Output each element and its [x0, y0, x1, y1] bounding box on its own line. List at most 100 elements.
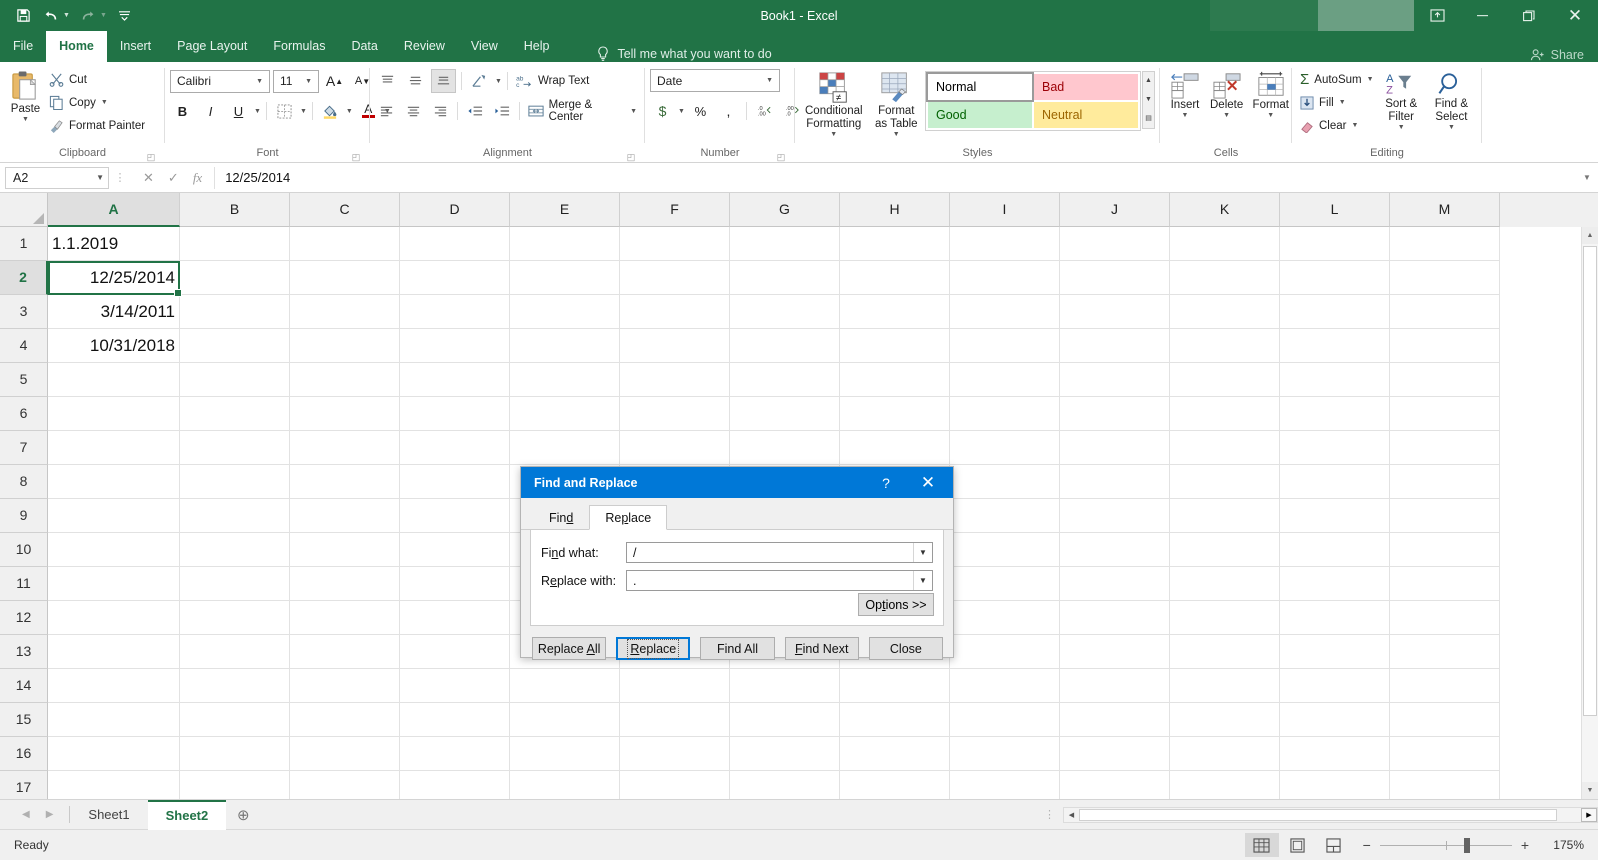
cell-b7[interactable]: [180, 431, 290, 465]
column-header-g[interactable]: G: [730, 193, 840, 227]
cell-j10[interactable]: [1060, 533, 1170, 567]
cell-f4[interactable]: [620, 329, 730, 363]
cell-i6[interactable]: [950, 397, 1060, 431]
share-button[interactable]: Share: [1530, 48, 1584, 62]
cell-b15[interactable]: [180, 703, 290, 737]
format-as-table-dropdown-icon[interactable]: ▼: [893, 131, 900, 139]
cell-c5[interactable]: [290, 363, 400, 397]
cell-l17[interactable]: [1280, 771, 1390, 799]
orientation-dropdown-icon[interactable]: ▼: [495, 78, 502, 85]
cell-i2[interactable]: [950, 261, 1060, 295]
fill-dropdown-icon[interactable]: ▼: [1339, 99, 1346, 106]
find-what-combo[interactable]: / ▼: [626, 542, 933, 563]
currency-button[interactable]: $: [650, 99, 675, 123]
next-sheet-icon[interactable]: ▶: [46, 809, 54, 820]
cell-m5[interactable]: [1390, 363, 1500, 397]
cell-e6[interactable]: [510, 397, 620, 431]
cell-l4[interactable]: [1280, 329, 1390, 363]
cell-c15[interactable]: [290, 703, 400, 737]
cell-l9[interactable]: [1280, 499, 1390, 533]
vertical-scrollbar[interactable]: ▲ ▼: [1581, 227, 1598, 799]
cell-h17[interactable]: [840, 771, 950, 799]
cell-b4[interactable]: [180, 329, 290, 363]
previous-sheet-icon[interactable]: ◀: [22, 809, 30, 820]
row-header-11[interactable]: 11: [0, 567, 48, 601]
cell-g6[interactable]: [730, 397, 840, 431]
column-header-m[interactable]: M: [1390, 193, 1500, 227]
column-header-e[interactable]: E: [510, 193, 620, 227]
cell-f1[interactable]: [620, 227, 730, 261]
cell-a17[interactable]: [48, 771, 180, 799]
cell-c8[interactable]: [290, 465, 400, 499]
cell-j14[interactable]: [1060, 669, 1170, 703]
wrap-text-button[interactable]: ab c Wrap Text: [513, 70, 592, 93]
cell-k15[interactable]: [1170, 703, 1280, 737]
cell-style-normal[interactable]: Normal: [926, 72, 1034, 102]
cell-g16[interactable]: [730, 737, 840, 771]
cell-k2[interactable]: [1170, 261, 1280, 295]
expand-formula-bar-icon[interactable]: ▼: [1576, 173, 1598, 182]
conditional-formatting-button[interactable]: ≠ Conditional Formatting ▼: [800, 69, 868, 141]
cell-j13[interactable]: [1060, 635, 1170, 669]
cell-d4[interactable]: [400, 329, 510, 363]
replace-with-dropdown-icon[interactable]: ▼: [913, 571, 932, 590]
cell-c9[interactable]: [290, 499, 400, 533]
cell-m11[interactable]: [1390, 567, 1500, 601]
cell-j17[interactable]: [1060, 771, 1170, 799]
column-header-f[interactable]: F: [620, 193, 730, 227]
cell-m12[interactable]: [1390, 601, 1500, 635]
font-size-combo[interactable]: 11 ▼: [273, 69, 319, 93]
cell-c10[interactable]: [290, 533, 400, 567]
column-header-b[interactable]: B: [180, 193, 290, 227]
paste-button[interactable]: Paste ▼: [5, 66, 46, 126]
find-all-button[interactable]: Find All: [700, 637, 775, 660]
sheet-tab-sheet2[interactable]: Sheet2: [147, 799, 227, 830]
select-all-button[interactable]: [0, 193, 48, 227]
autosum-button[interactable]: Σ AutoSum ▼: [1297, 68, 1377, 91]
cell-k7[interactable]: [1170, 431, 1280, 465]
cell-f15[interactable]: [620, 703, 730, 737]
normal-view-button[interactable]: [1244, 833, 1279, 857]
cell-style-neutral[interactable]: Neutral: [1034, 102, 1138, 128]
cell-d11[interactable]: [400, 567, 510, 601]
bold-button[interactable]: B: [170, 99, 195, 123]
maximize-button[interactable]: [1506, 0, 1552, 31]
paste-dropdown-icon[interactable]: ▼: [22, 116, 29, 124]
column-header-j[interactable]: J: [1060, 193, 1170, 227]
cell-j7[interactable]: [1060, 431, 1170, 465]
name-box-dropdown-icon[interactable]: ▼: [96, 173, 104, 182]
cell-m16[interactable]: [1390, 737, 1500, 771]
vertical-scroll-thumb[interactable]: [1583, 246, 1597, 716]
cell-m17[interactable]: [1390, 771, 1500, 799]
row-header-13[interactable]: 13: [0, 635, 48, 669]
sheet-tab-sheet1[interactable]: Sheet1: [70, 800, 147, 830]
page-break-view-button[interactable]: [1317, 833, 1351, 857]
column-header-a[interactable]: A: [48, 193, 180, 227]
zoom-thumb[interactable]: [1464, 837, 1471, 853]
formula-input[interactable]: 12/25/2014: [214, 166, 1576, 189]
tell-me-search[interactable]: Tell me what you want to do: [596, 46, 772, 62]
number-dialog-launcher[interactable]: ◰: [776, 152, 786, 162]
cell-l3[interactable]: [1280, 295, 1390, 329]
font-family-combo[interactable]: Calibri ▼: [170, 69, 270, 93]
cell-b10[interactable]: [180, 533, 290, 567]
customize-qat-icon[interactable]: [112, 4, 138, 28]
align-middle-button[interactable]: [403, 69, 428, 93]
cell-c1[interactable]: [290, 227, 400, 261]
row-header-5[interactable]: 5: [0, 363, 48, 397]
cell-e17[interactable]: [510, 771, 620, 799]
cell-g5[interactable]: [730, 363, 840, 397]
horizontal-split-handle[interactable]: ⋮: [1036, 808, 1063, 821]
orientation-button[interactable]: [467, 69, 492, 93]
cancel-entry-icon[interactable]: ✕: [143, 170, 154, 186]
currency-dropdown-icon[interactable]: ▼: [678, 108, 685, 115]
find-select-button[interactable]: Find & Select ▼: [1426, 68, 1477, 134]
dialog-help-button[interactable]: ?: [865, 467, 907, 498]
borders-button[interactable]: [272, 99, 297, 123]
zoom-slider[interactable]: − + 175%: [1363, 837, 1584, 853]
tab-formulas[interactable]: Formulas: [260, 31, 338, 62]
tab-view[interactable]: View: [458, 31, 511, 62]
cell-b1[interactable]: [180, 227, 290, 261]
cell-e2[interactable]: [510, 261, 620, 295]
cell-a16[interactable]: [48, 737, 180, 771]
